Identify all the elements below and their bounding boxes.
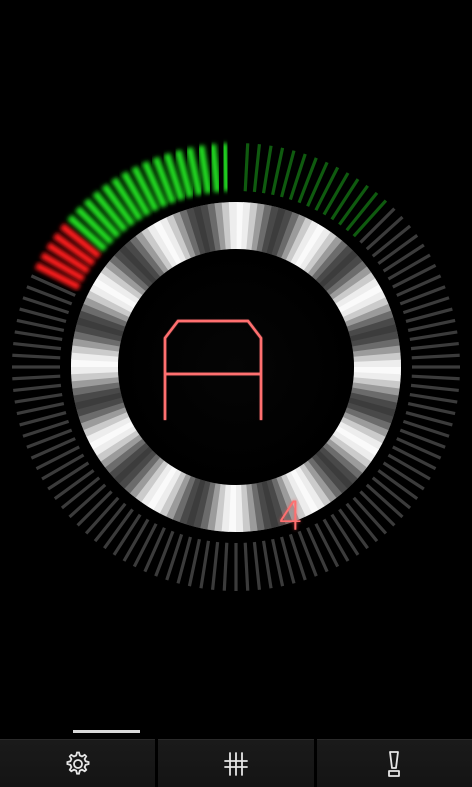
level-segment bbox=[60, 476, 101, 510]
sliders-icon bbox=[221, 749, 251, 779]
level-segment bbox=[338, 508, 369, 550]
level-segment bbox=[12, 374, 61, 381]
level-segment bbox=[14, 392, 63, 404]
level-segment bbox=[13, 383, 62, 393]
level-segment bbox=[322, 172, 350, 216]
level-segment bbox=[220, 143, 231, 192]
level-segment bbox=[392, 445, 437, 471]
tuner-dial-graphic bbox=[12, 143, 460, 591]
bottom-toolbar bbox=[0, 739, 472, 787]
level-segment bbox=[13, 341, 62, 351]
level-segment bbox=[12, 353, 61, 360]
level-segment bbox=[271, 538, 285, 587]
level-segment bbox=[387, 253, 431, 281]
level-segment bbox=[365, 483, 404, 519]
level-segment bbox=[243, 143, 250, 192]
level-segment bbox=[35, 445, 80, 471]
level-segment bbox=[359, 490, 396, 527]
level-segment bbox=[16, 402, 65, 416]
level-segment bbox=[345, 191, 379, 232]
level-segment bbox=[84, 496, 120, 535]
tuner-screen: 4 bbox=[0, 0, 472, 787]
level-segment bbox=[338, 184, 369, 226]
level-segment bbox=[103, 508, 134, 550]
level-segment bbox=[392, 263, 437, 289]
level-segment bbox=[410, 383, 459, 393]
level-segment bbox=[112, 513, 142, 556]
level-segment bbox=[411, 353, 460, 360]
level-segment bbox=[409, 392, 458, 404]
tuner-dial: 4 bbox=[0, 130, 472, 602]
level-segment bbox=[411, 374, 460, 381]
level-segment bbox=[252, 144, 262, 193]
gear-icon bbox=[63, 749, 93, 779]
settings-button[interactable] bbox=[0, 739, 156, 787]
level-segment bbox=[14, 330, 63, 342]
level-segment bbox=[382, 243, 425, 273]
level-segment bbox=[352, 199, 388, 238]
tuning-button[interactable] bbox=[158, 739, 314, 787]
level-segment bbox=[314, 166, 340, 211]
level-segment bbox=[209, 143, 222, 193]
level-segment bbox=[197, 145, 212, 194]
level-segment bbox=[377, 469, 419, 500]
level-segment bbox=[345, 502, 379, 543]
level-segment bbox=[352, 496, 388, 535]
level-segment bbox=[377, 234, 419, 265]
level-segment bbox=[410, 341, 459, 351]
level-segment bbox=[222, 542, 229, 591]
level-segment bbox=[132, 523, 158, 568]
level-segment bbox=[53, 469, 95, 500]
alert-button[interactable] bbox=[316, 739, 472, 787]
note-display bbox=[118, 249, 354, 485]
level-segment bbox=[76, 490, 113, 527]
level-segment bbox=[68, 483, 107, 519]
level-segment bbox=[407, 318, 456, 332]
level-segment bbox=[387, 453, 431, 481]
level-segment bbox=[322, 518, 350, 562]
level-segment bbox=[252, 541, 262, 590]
level-segment bbox=[409, 330, 458, 342]
page-indicator bbox=[73, 730, 140, 733]
level-segment bbox=[187, 538, 201, 587]
level-segment bbox=[371, 224, 412, 258]
level-segment bbox=[210, 541, 220, 590]
exclamation-icon bbox=[379, 749, 409, 779]
level-segment bbox=[365, 215, 404, 251]
level-segment bbox=[359, 207, 396, 244]
level-segment bbox=[93, 502, 127, 543]
level-segment bbox=[261, 540, 273, 589]
level-segment bbox=[371, 476, 412, 510]
level-segment bbox=[41, 453, 85, 481]
level-segment bbox=[199, 540, 211, 589]
level-segment bbox=[122, 518, 150, 562]
level-segment bbox=[16, 318, 65, 332]
level-segment bbox=[261, 145, 273, 194]
level-segment bbox=[47, 461, 90, 491]
note-octave: 4 bbox=[278, 494, 304, 540]
level-segment bbox=[243, 542, 250, 591]
level-segment bbox=[407, 402, 456, 416]
level-segment bbox=[330, 513, 360, 556]
level-segment bbox=[382, 461, 425, 491]
level-segment bbox=[271, 147, 285, 196]
level-segment bbox=[330, 178, 360, 221]
level-segment bbox=[314, 523, 340, 568]
